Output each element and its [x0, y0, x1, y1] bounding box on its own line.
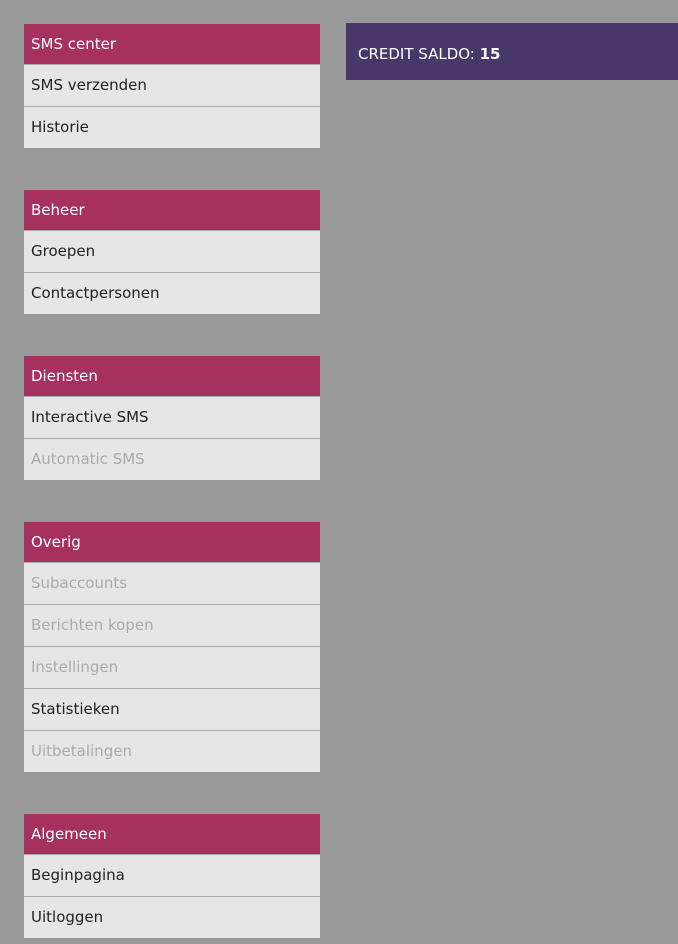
- menu-item-sms-verzenden[interactable]: SMS verzenden: [24, 64, 320, 106]
- menu-group-sms-center: SMS center SMS verzenden Historie: [24, 24, 320, 148]
- menu-item-statistieken[interactable]: Statistieken: [24, 688, 320, 730]
- menu-item-berichten-kopen: Berichten kopen: [24, 604, 320, 646]
- menu-group-overig: Overig Subaccounts Berichten kopen Inste…: [24, 522, 320, 772]
- menu-item-contactpersonen[interactable]: Contactpersonen: [24, 272, 320, 314]
- credit-balance-label: CREDIT SALDO:: [358, 45, 475, 63]
- menu-item-groepen[interactable]: Groepen: [24, 230, 320, 272]
- menu-item-uitbetalingen: Uitbetalingen: [24, 730, 320, 772]
- menu-item-uitloggen[interactable]: Uitloggen: [24, 896, 320, 938]
- credit-balance-panel: CREDIT SALDO: 15: [346, 23, 678, 80]
- sidebar-menu: SMS center SMS verzenden Historie Beheer…: [24, 24, 320, 938]
- menu-item-automatic-sms: Automatic SMS: [24, 438, 320, 480]
- menu-item-beginpagina[interactable]: Beginpagina: [24, 854, 320, 896]
- group-header-beheer: Beheer: [24, 190, 320, 230]
- menu-item-historie[interactable]: Historie: [24, 106, 320, 148]
- menu-item-subaccounts: Subaccounts: [24, 562, 320, 604]
- menu-group-diensten: Diensten Interactive SMS Automatic SMS: [24, 356, 320, 480]
- credit-balance-value: 15: [479, 45, 501, 63]
- menu-group-algemeen: Algemeen Beginpagina Uitloggen: [24, 814, 320, 938]
- group-header-diensten: Diensten: [24, 356, 320, 396]
- menu-group-beheer: Beheer Groepen Contactpersonen: [24, 190, 320, 314]
- group-header-sms-center: SMS center: [24, 24, 320, 64]
- menu-item-instellingen: Instellingen: [24, 646, 320, 688]
- group-header-overig: Overig: [24, 522, 320, 562]
- menu-item-interactive-sms[interactable]: Interactive SMS: [24, 396, 320, 438]
- group-header-algemeen: Algemeen: [24, 814, 320, 854]
